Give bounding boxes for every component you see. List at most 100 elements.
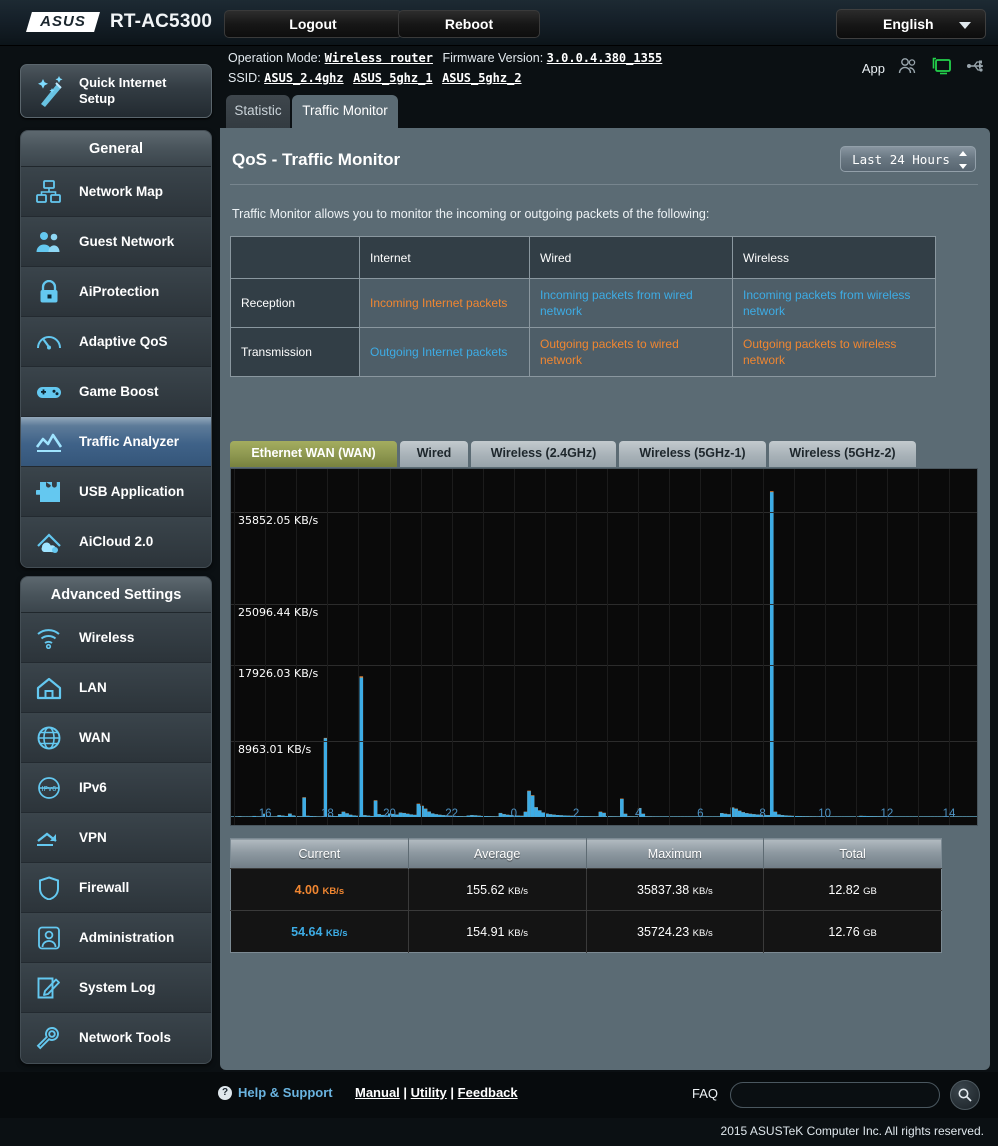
sidebar-item-wireless[interactable]: Wireless: [21, 613, 211, 663]
sidebar-item-adaptive-qos[interactable]: Adaptive QoS: [21, 317, 211, 367]
chevron-down-icon: [959, 22, 971, 29]
reboot-button[interactable]: Reboot: [398, 10, 540, 38]
sidebar-label: Administration: [79, 913, 174, 963]
sidebar-item-vpn[interactable]: VPN: [21, 813, 211, 863]
value: 4.00: [295, 883, 319, 897]
legend-row-label: Reception: [231, 279, 360, 328]
stats-cell-total-tx: 12.76 GB: [764, 911, 942, 953]
stats-cell-maximum-rx: 35837.38 KB/s: [586, 869, 764, 911]
subtab-wireless-5g1[interactable]: Wireless (5GHz-1): [619, 441, 766, 467]
chart-gridline: [231, 512, 977, 513]
faq-search-button[interactable]: [950, 1080, 980, 1110]
faq-search-input[interactable]: [730, 1082, 940, 1108]
device-monitor-icon[interactable]: [931, 56, 953, 81]
unit: KB/s: [322, 886, 344, 897]
chart-vgridline: [483, 469, 484, 825]
legend-row-label: Transmission: [231, 328, 360, 377]
ssid-5ghz-2[interactable]: ASUS_5ghz_2: [442, 71, 521, 85]
unit: KB/s: [508, 886, 528, 897]
wrench-icon: [35, 1024, 63, 1052]
legend-header-wired: Wired: [530, 237, 733, 279]
table-header-row: Current Average Maximum Total: [231, 839, 942, 869]
sidebar-label: Guest Network: [79, 217, 174, 267]
sidebar-item-game-boost[interactable]: Game Boost: [21, 367, 211, 417]
quick-internet-setup-button[interactable]: Quick Internet Setup: [20, 64, 212, 118]
tab-bar: Statistic Traffic Monitor: [220, 95, 990, 128]
top-icon-group: App: [862, 56, 988, 81]
ssid-5ghz-1[interactable]: ASUS_5ghz_1: [353, 71, 432, 85]
chart-y-tick-label: 25096.44 KB/s: [238, 606, 318, 619]
chart-vgridline: [514, 469, 515, 825]
chart-x-tick-label: 4: [635, 808, 641, 820]
sidebar-item-system-log[interactable]: System Log: [21, 963, 211, 1013]
value: 155.62: [466, 883, 504, 897]
usb-icon[interactable]: [966, 58, 988, 79]
utility-link[interactable]: Utility: [411, 1085, 447, 1100]
general-menu: General Network Map Guest Network AiProt…: [20, 130, 212, 568]
legend-corner-cell: [231, 237, 360, 279]
sidebar-label: Traffic Analyzer: [79, 417, 179, 467]
tab-traffic-monitor[interactable]: Traffic Monitor: [292, 95, 398, 128]
sidebar-item-guest-network[interactable]: Guest Network: [21, 217, 211, 267]
subtab-wireless-5g2[interactable]: Wireless (5GHz-2): [769, 441, 916, 467]
app-label[interactable]: App: [862, 61, 885, 76]
router-model: RT-AC5300: [110, 11, 212, 33]
sidebar-item-aicloud[interactable]: AiCloud 2.0: [21, 517, 211, 567]
traffic-stats-table: Current Average Maximum Total 4.00 KB/s …: [230, 838, 942, 953]
operation-mode-value[interactable]: Wireless router: [325, 51, 433, 65]
chart-vgridline: [638, 469, 639, 825]
sidebar-item-ipv6[interactable]: IPv6 IPv6: [21, 763, 211, 813]
sidebar-item-lan[interactable]: LAN: [21, 663, 211, 713]
sidebar-item-wan[interactable]: WAN: [21, 713, 211, 763]
feedback-link[interactable]: Feedback: [458, 1085, 518, 1100]
clients-icon[interactable]: [898, 57, 918, 80]
ipv6-icon: IPv6: [35, 774, 63, 802]
chart-vgridline: [700, 469, 701, 825]
tab-statistic[interactable]: Statistic: [226, 95, 290, 128]
traffic-chart[interactable]: 35852.05 KB/s25096.44 KB/s17926.03 KB/s8…: [230, 468, 978, 826]
sidebar-item-administration[interactable]: Administration: [21, 913, 211, 963]
cloud-home-icon: [35, 528, 63, 556]
firmware-label: Firmware Version:: [442, 51, 543, 65]
unit: KB/s: [326, 928, 348, 939]
stats-header-maximum: Maximum: [586, 839, 764, 869]
sidebar-item-aiprotection[interactable]: AiProtection: [21, 267, 211, 317]
sidebar-label: Wireless: [79, 613, 134, 663]
advanced-menu: Advanced Settings Wireless LAN WAN IPv6 …: [20, 576, 212, 1064]
period-selector[interactable]: Last 24 Hours: [840, 146, 976, 172]
logout-button[interactable]: Logout: [224, 10, 402, 38]
sidebar-label: LAN: [79, 663, 107, 713]
home-icon: [35, 674, 63, 702]
footer: ? Help & Support Manual | Utility | Feed…: [0, 1072, 998, 1118]
sidebar-label: Adaptive QoS: [79, 317, 168, 367]
chart-y-tick-label: 17926.03 KB/s: [238, 667, 318, 680]
lock-icon: [35, 278, 63, 306]
help-support-link[interactable]: Help & Support: [238, 1085, 333, 1100]
firmware-value[interactable]: 3.0.0.4.380_1355: [547, 51, 663, 65]
main-panel: QoS - Traffic Monitor Last 24 Hours Traf…: [220, 128, 990, 1070]
interface-subtabs: Ethernet WAN (WAN) Wired Wireless (2.4GH…: [230, 441, 978, 467]
sidebar-label: AiCloud 2.0: [79, 517, 153, 567]
manual-link[interactable]: Manual: [355, 1085, 400, 1100]
general-menu-header: General: [21, 131, 211, 167]
sidebar-label: Game Boost: [79, 367, 159, 417]
sidebar-item-network-map[interactable]: Network Map: [21, 167, 211, 217]
sidebar-item-firewall[interactable]: Firewall: [21, 863, 211, 913]
chart-gridline: [231, 604, 977, 605]
chart-vgridline: [327, 469, 328, 825]
sidebar-item-traffic-analyzer[interactable]: Traffic Analyzer: [21, 417, 211, 467]
sidebar-item-network-tools[interactable]: Network Tools: [21, 1013, 211, 1063]
language-selector[interactable]: English: [836, 9, 986, 39]
subtab-wireless-24[interactable]: Wireless (2.4GHz): [471, 441, 616, 467]
value: 12.82: [828, 883, 859, 897]
subtab-wired[interactable]: Wired: [400, 441, 468, 467]
puzzle-icon: [35, 478, 63, 506]
ssid-24ghz[interactable]: ASUS_2.4ghz: [264, 71, 343, 85]
chart-vgridline: [949, 469, 950, 825]
stats-cell-average-tx: 154.91 KB/s: [408, 911, 586, 953]
sidebar-item-usb-application[interactable]: USB Application: [21, 467, 211, 517]
person-icon: [35, 924, 63, 952]
footer-links: Manual | Utility | Feedback: [355, 1085, 518, 1100]
subtab-ethernet-wan[interactable]: Ethernet WAN (WAN): [230, 441, 397, 467]
sidebar-label: WAN: [79, 713, 111, 763]
